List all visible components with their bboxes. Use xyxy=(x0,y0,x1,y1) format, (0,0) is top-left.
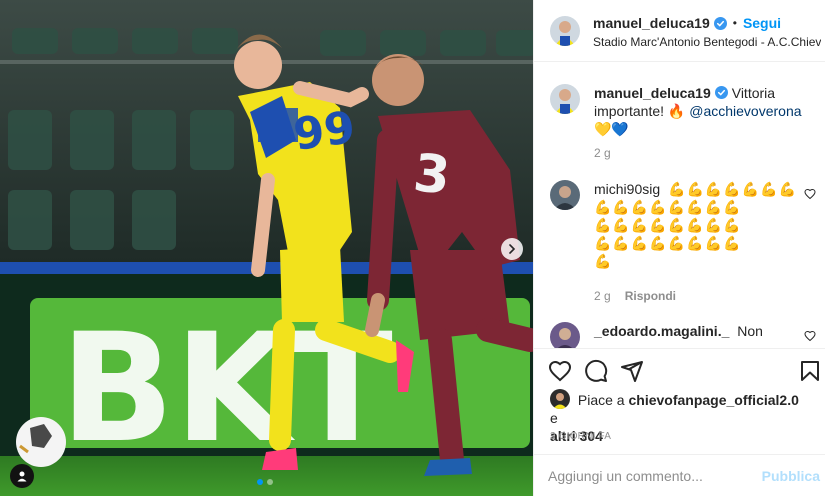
comment-text: Non xyxy=(737,323,763,339)
post-actions: Piace a chievofanpage_official2.0 e altr… xyxy=(534,348,825,454)
svg-text:3: 3 xyxy=(411,143,453,206)
comment-emoji-line: 💪💪💪💪💪💪💪💪 xyxy=(594,199,742,215)
post-media[interactable]: BKT 99 3 xyxy=(0,0,533,496)
caption: manuel_deluca19 Vittoria importante! 🔥 @a… xyxy=(550,84,820,164)
caption-time[interactable]: 2 g xyxy=(594,146,611,160)
comment-username[interactable]: michi90sig xyxy=(594,181,660,197)
comment-emoji-line: 💪💪💪💪💪💪💪💪 xyxy=(594,235,742,251)
carousel-dot xyxy=(257,479,263,485)
caption-mention[interactable]: @acchievoverona xyxy=(689,103,801,119)
carousel-next-button[interactable] xyxy=(501,238,523,260)
post-photo: BKT 99 3 xyxy=(0,0,533,496)
bookmark-icon[interactable] xyxy=(798,359,822,383)
post-header: manuel_deluca19 • Segui Stadio Marc'Anto… xyxy=(534,0,825,62)
caption-username[interactable]: manuel_deluca19 xyxy=(594,85,711,101)
author-avatar[interactable] xyxy=(550,84,580,114)
liker-avatar[interactable] xyxy=(550,389,570,409)
user-tags-button[interactable] xyxy=(10,464,34,488)
comment-item: michi90sig 💪💪💪💪💪💪💪 💪💪💪💪💪💪💪💪 💪💪💪💪💪💪💪💪 💪💪💪… xyxy=(550,180,820,310)
comment-body: _edoardo.magalini._ Non xyxy=(594,322,804,340)
liker-username[interactable]: chievofanpage_official2.0 xyxy=(628,392,798,408)
add-comment-bar: Pubblica xyxy=(534,454,825,496)
comment-input[interactable] xyxy=(548,467,758,485)
comment-emoji-line: 💪💪💪💪💪💪💪💪 xyxy=(594,217,742,233)
heart-icon[interactable] xyxy=(804,188,816,200)
follow-button[interactable]: Segui xyxy=(743,15,781,31)
commenter-avatar[interactable] xyxy=(550,180,580,210)
location-link[interactable]: Stadio Marc'Antonio Bentegodi - A.C.Chie… xyxy=(593,35,821,49)
verified-icon xyxy=(713,16,727,30)
comment-emoji-line: 💪💪💪💪💪💪💪 xyxy=(668,181,798,197)
share-icon[interactable] xyxy=(620,359,644,383)
carousel-indicator xyxy=(257,479,273,485)
reply-button[interactable]: Rispondi xyxy=(625,289,676,303)
comment-body: michi90sig 💪💪💪💪💪💪💪 💪💪💪💪💪💪💪💪 💪💪💪💪💪💪💪💪 💪💪💪… xyxy=(594,180,804,270)
author-username[interactable]: manuel_deluca19 xyxy=(593,15,710,31)
svg-text:99: 99 xyxy=(290,102,358,161)
likes-joiner: e xyxy=(550,410,558,426)
comments-list[interactable]: manuel_deluca19 Vittoria importante! 🔥 @a… xyxy=(534,62,825,348)
heart-icon[interactable] xyxy=(548,359,572,383)
header-title-row: manuel_deluca19 • Segui xyxy=(593,15,781,31)
carousel-dot xyxy=(267,479,273,485)
verified-icon xyxy=(714,86,728,99)
caption-meta: 2 g xyxy=(594,146,611,160)
comment-time[interactable]: 2 g xyxy=(594,289,611,303)
chevron-right-icon xyxy=(509,244,516,254)
author-avatar[interactable] xyxy=(550,16,580,46)
post-side-panel: manuel_deluca19 • Segui Stadio Marc'Anto… xyxy=(533,0,825,496)
comment-item: _edoardo.magalini._ Non xyxy=(550,322,820,348)
comment-username[interactable]: _edoardo.magalini._ xyxy=(594,323,729,339)
separator-dot: • xyxy=(732,16,737,30)
comment-meta: 2 g Rispondi xyxy=(594,289,676,303)
comment-icon[interactable] xyxy=(584,359,608,383)
caption-hearts: 💛💙 xyxy=(594,121,629,137)
post-date[interactable]: 2 GIORNI FA xyxy=(550,431,611,442)
user-tag-icon xyxy=(17,471,27,482)
caption-body: manuel_deluca19 Vittoria importante! 🔥 @a… xyxy=(594,84,804,138)
likes-prefix: Piace a xyxy=(577,392,625,408)
commenter-avatar[interactable] xyxy=(550,322,580,348)
heart-icon[interactable] xyxy=(804,330,816,342)
publish-button[interactable]: Pubblica xyxy=(762,468,820,484)
comment-emoji-line: 💪 xyxy=(594,253,613,269)
